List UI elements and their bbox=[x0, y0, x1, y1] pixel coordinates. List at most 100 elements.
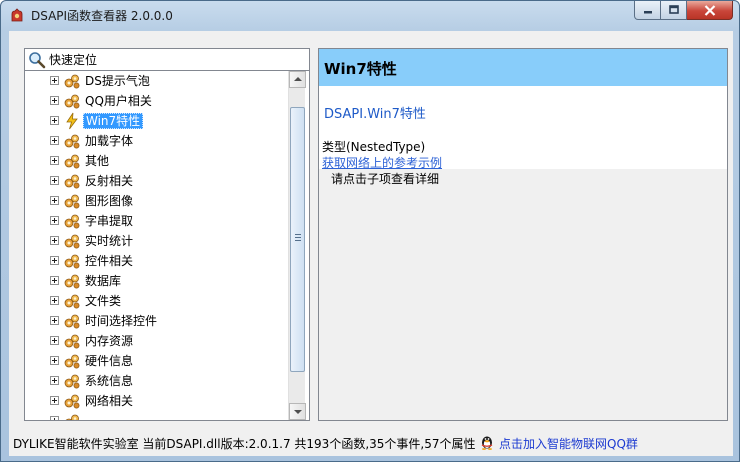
minimize-button[interactable] bbox=[634, 1, 661, 20]
tree-item-label[interactable]: 字串提取 bbox=[83, 213, 135, 229]
gears-icon bbox=[63, 352, 81, 370]
gears-icon bbox=[63, 92, 81, 110]
expand-plus-icon[interactable] bbox=[50, 96, 59, 105]
gears-icon bbox=[63, 272, 81, 290]
gears-icon bbox=[63, 152, 81, 170]
api-tree: DS提示气泡 QQ用户相关 Win7特性 加载字体其他反射相关图形图像字串提取实时统计… bbox=[25, 71, 287, 420]
expand-plus-icon[interactable] bbox=[50, 276, 59, 285]
tree-item-label[interactable]: 时间选择控件 bbox=[83, 313, 159, 329]
search-input[interactable] bbox=[49, 51, 305, 68]
gears-icon bbox=[63, 212, 81, 230]
detail-panel: Win7特性 DSAPI.Win7特性 类型(NestedType) 获取网络上… bbox=[318, 48, 728, 421]
tree-item[interactable]: 数据库 bbox=[25, 271, 287, 291]
join-qq-group-link[interactable]: 点击加入智能物联网QQ群 bbox=[499, 435, 638, 452]
tree-item[interactable]: 系统信息 bbox=[25, 371, 287, 391]
tree-item[interactable]: 内存资源 bbox=[25, 331, 287, 351]
type-label: 类型(NestedType) bbox=[322, 140, 426, 154]
expand-plus-icon[interactable] bbox=[50, 216, 59, 225]
gears-icon bbox=[63, 192, 81, 210]
scroll-up-button[interactable] bbox=[289, 71, 306, 88]
tree-item[interactable]: Win7特性 bbox=[25, 111, 287, 131]
tree-item[interactable]: 时间选择控件 bbox=[25, 311, 287, 331]
tree-item-label[interactable]: 数据库 bbox=[83, 273, 123, 289]
scroll-down-button[interactable] bbox=[289, 403, 306, 420]
tree-item-label[interactable]: Win7特性 bbox=[83, 113, 144, 129]
expand-plus-icon[interactable] bbox=[50, 176, 59, 185]
tree-item[interactable]: 加载字体 bbox=[25, 131, 287, 151]
tree-item[interactable]: 图形图像 bbox=[25, 191, 287, 211]
tree-item[interactable]: 网络相关 bbox=[25, 391, 287, 411]
tree-item[interactable]: 文件类 bbox=[25, 291, 287, 311]
tree-item[interactable]: QQ用户相关 bbox=[25, 91, 287, 111]
tree-item-label[interactable] bbox=[83, 413, 87, 420]
tree-item-label[interactable]: 反射相关 bbox=[83, 173, 135, 189]
tree-item[interactable]: 实时统计 bbox=[25, 231, 287, 251]
tree-item[interactable]: 控件相关 bbox=[25, 251, 287, 271]
tree-item-label[interactable]: 其他 bbox=[83, 153, 111, 169]
lightning-icon bbox=[63, 112, 81, 130]
tree-item[interactable] bbox=[25, 411, 287, 420]
search-icon bbox=[29, 52, 46, 69]
grip-line bbox=[295, 234, 301, 235]
expand-plus-icon[interactable] bbox=[50, 136, 59, 145]
gears-icon bbox=[63, 72, 81, 90]
gears-icon bbox=[63, 132, 81, 150]
title-bar[interactable]: DSAPI函数查看器 2.0.0.0 bbox=[1, 1, 739, 29]
qualified-name: DSAPI.Win7特性 bbox=[324, 107, 426, 122]
maximize-icon bbox=[668, 5, 679, 14]
expand-plus-icon[interactable] bbox=[50, 196, 59, 205]
tree-item-label[interactable]: 控件相关 bbox=[83, 253, 135, 269]
tree-item[interactable]: 字串提取 bbox=[25, 211, 287, 231]
gears-icon bbox=[63, 292, 81, 310]
tree-item-label[interactable]: 内存资源 bbox=[83, 333, 135, 349]
gears-icon bbox=[63, 232, 81, 250]
expand-plus-icon[interactable] bbox=[50, 116, 59, 125]
status-text: DYLIKE智能软件实验室 当前DSAPI.dll版本:2.0.1.7 共193… bbox=[13, 437, 476, 451]
expand-plus-icon[interactable] bbox=[50, 356, 59, 365]
expand-plus-icon[interactable] bbox=[50, 316, 59, 325]
scroll-thumb[interactable] bbox=[290, 107, 305, 372]
gears-icon bbox=[63, 252, 81, 270]
gears-icon bbox=[63, 332, 81, 350]
arrow-up-icon bbox=[294, 77, 302, 81]
window-title: DSAPI函数查看器 2.0.0.0 bbox=[31, 9, 173, 23]
reference-example-link[interactable]: 获取网络上的参考示例 bbox=[322, 154, 442, 171]
expand-plus-icon[interactable] bbox=[50, 76, 59, 85]
expand-plus-icon[interactable] bbox=[50, 236, 59, 245]
arrow-down-icon bbox=[294, 410, 302, 414]
expand-plus-icon[interactable] bbox=[50, 256, 59, 265]
search-bar bbox=[25, 49, 309, 71]
detail-hint: 请点击子项查看详细 bbox=[331, 172, 440, 186]
tree-item-label[interactable]: QQ用户相关 bbox=[83, 93, 154, 109]
close-button[interactable] bbox=[687, 1, 733, 20]
expand-plus-icon[interactable] bbox=[50, 296, 59, 305]
detail-header: Win7特性 bbox=[319, 49, 727, 86]
tree-item-label[interactable]: 加载字体 bbox=[83, 133, 135, 149]
tree-item-label[interactable]: 硬件信息 bbox=[83, 353, 135, 369]
grip-line bbox=[295, 237, 301, 238]
expand-plus-icon[interactable] bbox=[50, 156, 59, 165]
minimize-icon bbox=[643, 11, 652, 14]
tree-item-label[interactable]: DS提示气泡 bbox=[83, 73, 152, 89]
tree-item-label[interactable]: 网络相关 bbox=[83, 393, 135, 409]
grip-line bbox=[295, 240, 301, 241]
expand-plus-icon[interactable] bbox=[50, 376, 59, 385]
expand-plus-icon[interactable] bbox=[50, 336, 59, 345]
expand-plus-icon[interactable] bbox=[50, 416, 59, 420]
qq-penguin-icon[interactable] bbox=[479, 434, 495, 450]
tree-item-label[interactable]: 图形图像 bbox=[83, 193, 135, 209]
tree-item-label[interactable]: 系统信息 bbox=[83, 373, 135, 389]
tree-item[interactable]: DS提示气泡 bbox=[25, 71, 287, 91]
gears-icon bbox=[63, 172, 81, 190]
gears-icon bbox=[63, 312, 81, 330]
maximize-button[interactable] bbox=[661, 1, 687, 20]
gears-icon bbox=[63, 412, 81, 420]
tree-item-label[interactable]: 实时统计 bbox=[83, 233, 135, 249]
tree-item[interactable]: 反射相关 bbox=[25, 171, 287, 191]
status-bar: DYLIKE智能软件实验室 当前DSAPI.dll版本:2.0.1.7 共193… bbox=[9, 430, 733, 454]
tree-item-label[interactable]: 文件类 bbox=[83, 293, 123, 309]
tree-item[interactable]: 硬件信息 bbox=[25, 351, 287, 371]
expand-plus-icon[interactable] bbox=[50, 396, 59, 405]
tree-item[interactable]: 其他 bbox=[25, 151, 287, 171]
tree-scrollbar[interactable] bbox=[288, 71, 306, 420]
